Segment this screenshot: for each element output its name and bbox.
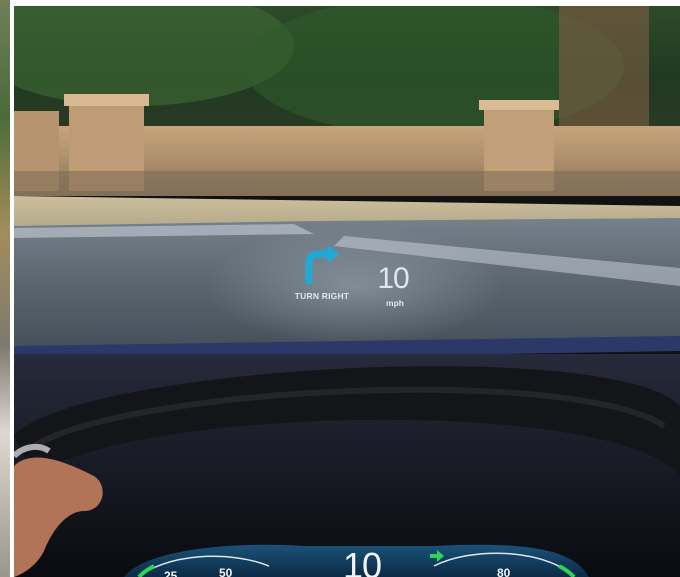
photo-frame: TURN RIGHT 10 mph 10 25 50 80 (0, 0, 680, 577)
gauge-tick-25: 25 (164, 569, 178, 577)
windshield-scene: TURN RIGHT 10 mph 10 25 50 80 (14, 6, 680, 577)
gauge-tick-50: 50 (219, 566, 233, 577)
gauge-tick-80: 80 (497, 566, 511, 577)
turn-instruction: TURN RIGHT (294, 291, 350, 301)
cluster-speed: 10 (342, 545, 382, 577)
hud-speed: 10 (377, 262, 409, 295)
hud-speed-unit: mph (386, 298, 404, 308)
